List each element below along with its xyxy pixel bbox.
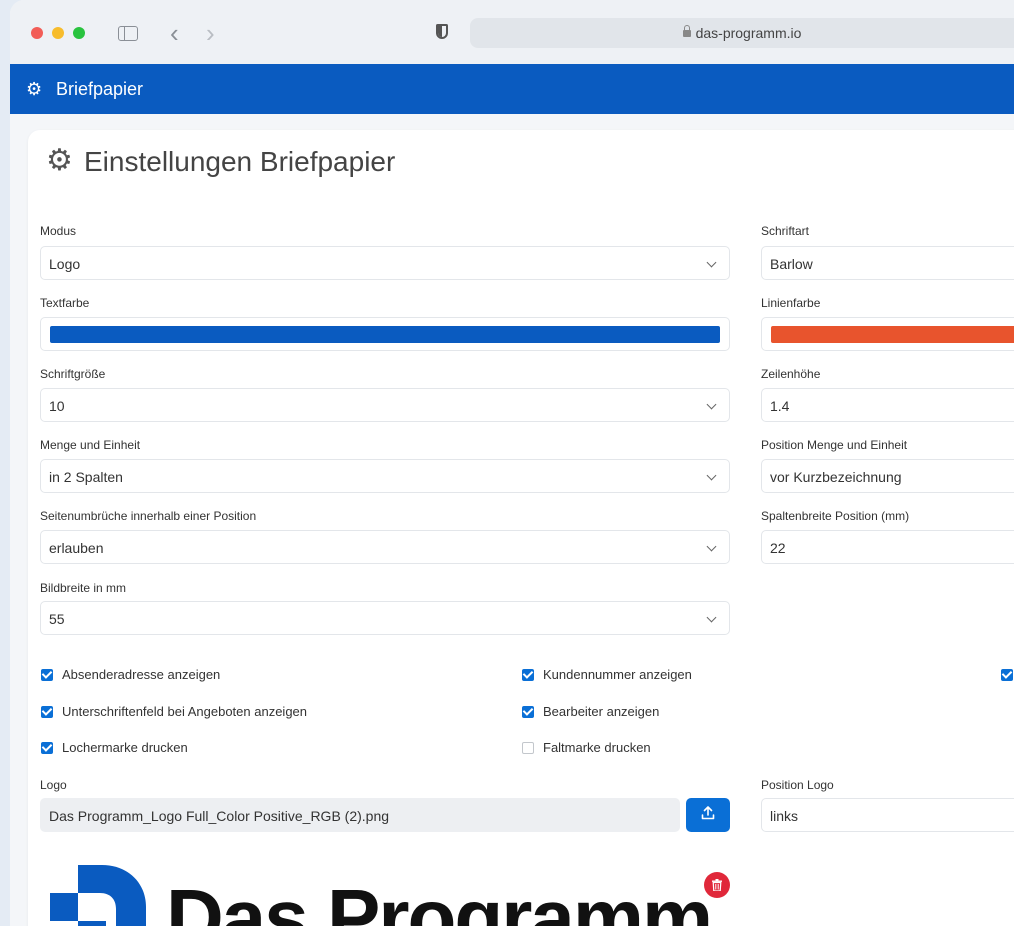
logo-preview-text: Das Programm: [166, 873, 713, 926]
zeilenhoehe-value: 1.4: [770, 398, 790, 414]
zeilenhoehe-input[interactable]: 1.4: [761, 388, 1014, 422]
chevron-down-icon: [706, 541, 717, 552]
textfarbe-swatch: [50, 326, 720, 343]
bearbeiter-checkbox[interactable]: [522, 706, 534, 718]
logo-preview: Das Programm: [48, 860, 748, 926]
lock-icon: [682, 25, 691, 37]
menge-einheit-value: in 2 Spalten: [49, 469, 123, 485]
logo-file-name: Das Programm_Logo Full_Color Positive_RG…: [49, 808, 390, 824]
linienfarbe-color-picker[interactable]: [761, 317, 1014, 351]
seitenumbrueche-label: Seitenumbrüche innerhalb einer Position: [40, 509, 257, 523]
chevron-down-icon: [706, 399, 717, 410]
schriftart-label: Schriftart: [761, 224, 810, 238]
linienfarbe-label: Linienfarbe: [761, 296, 821, 310]
textfarbe-color-picker[interactable]: [40, 317, 730, 351]
chevron-down-icon: [706, 470, 717, 481]
menge-einheit-label: Menge und Einheit: [40, 438, 141, 452]
trash-icon: [712, 879, 722, 891]
position-logo-select[interactable]: links: [761, 798, 1014, 832]
browser-titlebar: ‹ › das-programm.io: [10, 0, 1014, 64]
linienfarbe-swatch: [771, 326, 1014, 343]
zeilenhoehe-label: Zeilenhöhe: [761, 367, 821, 381]
seitenumbrueche-value: erlauben: [49, 540, 104, 556]
schriftgroesse-select[interactable]: 10: [40, 388, 730, 422]
modus-label: Modus: [40, 224, 77, 238]
schriftart-select[interactable]: Barlow: [761, 246, 1014, 280]
upload-icon: [701, 806, 715, 820]
bildbreite-label: Bildbreite in mm: [40, 581, 127, 595]
position-menge-value: vor Kurzbezeichnung: [770, 469, 902, 485]
modus-select[interactable]: Logo: [40, 246, 730, 280]
third-column-checkbox[interactable]: [1001, 669, 1013, 681]
bearbeiter-checkbox-label: Bearbeiter anzeigen: [543, 704, 660, 719]
spaltenbreite-value: 22: [770, 540, 786, 556]
chevron-down-icon: [706, 612, 717, 623]
logo-file-input[interactable]: Das Programm_Logo Full_Color Positive_RG…: [40, 798, 680, 832]
unterschrift-checkbox[interactable]: [41, 706, 53, 718]
schriftart-value: Barlow: [770, 256, 813, 272]
bildbreite-select[interactable]: 55: [40, 601, 730, 635]
chevron-down-icon: [706, 257, 717, 268]
page-title: Einstellungen Briefpapier: [84, 146, 396, 177]
forward-arrow-icon[interactable]: ›: [206, 18, 215, 48]
app-header-title: Briefpapier: [56, 79, 144, 99]
url-text: das-programm.io: [695, 25, 802, 41]
address-bar[interactable]: das-programm.io: [470, 18, 1014, 48]
faltmarke-checkbox[interactable]: [522, 742, 534, 754]
back-arrow-icon[interactable]: ‹: [170, 18, 179, 48]
position-menge-label: Position Menge und Einheit: [761, 438, 908, 452]
close-window-button[interactable]: [31, 27, 43, 39]
position-logo-value: links: [770, 808, 799, 824]
menge-einheit-select[interactable]: in 2 Spalten: [40, 459, 730, 493]
minimize-window-button[interactable]: [52, 27, 64, 39]
absender-checkbox[interactable]: [41, 669, 53, 681]
sidebar-toggle-icon[interactable]: [118, 26, 138, 41]
logo-label: Logo: [40, 778, 67, 792]
schriftgroesse-label: Schriftgröße: [40, 367, 106, 381]
seitenumbrueche-select[interactable]: erlauben: [40, 530, 730, 564]
schriftgroesse-value: 10: [49, 398, 65, 414]
lochermarke-checkbox-label: Lochermarke drucken: [62, 740, 188, 755]
spaltenbreite-input[interactable]: 22: [761, 530, 1014, 564]
spaltenbreite-label: Spaltenbreite Position (mm): [761, 509, 910, 523]
position-logo-label: Position Logo: [761, 778, 834, 792]
delete-logo-button[interactable]: [704, 872, 730, 898]
bildbreite-value: 55: [49, 611, 65, 627]
gear-icon: ⚙: [26, 79, 43, 99]
settings-card: ⚙ Einstellungen Briefpapier Modus Logo S…: [28, 130, 1014, 926]
logo-mark-icon: [50, 865, 146, 926]
maximize-window-button[interactable]: [73, 27, 85, 39]
lochermarke-checkbox[interactable]: [41, 742, 53, 754]
textfarbe-label: Textfarbe: [40, 296, 90, 310]
position-menge-select[interactable]: vor Kurzbezeichnung: [761, 459, 1014, 493]
app-header: ⚙ Briefpapier: [10, 64, 1014, 114]
kundennummer-checkbox[interactable]: [522, 669, 534, 681]
privacy-shield-icon[interactable]: [436, 24, 448, 39]
browser-window: ‹ › das-programm.io ⚙ Briefpapier ⚙ Eins…: [10, 0, 1014, 926]
kundennummer-checkbox-label: Kundennummer anzeigen: [543, 667, 692, 682]
faltmarke-checkbox-label: Faltmarke drucken: [543, 740, 651, 755]
upload-button[interactable]: [686, 798, 730, 832]
modus-value: Logo: [49, 256, 81, 272]
absender-checkbox-label: Absenderadresse anzeigen: [62, 667, 221, 682]
gear-icon: ⚙: [46, 144, 73, 177]
unterschrift-checkbox-label: Unterschriftenfeld bei Angeboten anzeige…: [62, 704, 308, 719]
